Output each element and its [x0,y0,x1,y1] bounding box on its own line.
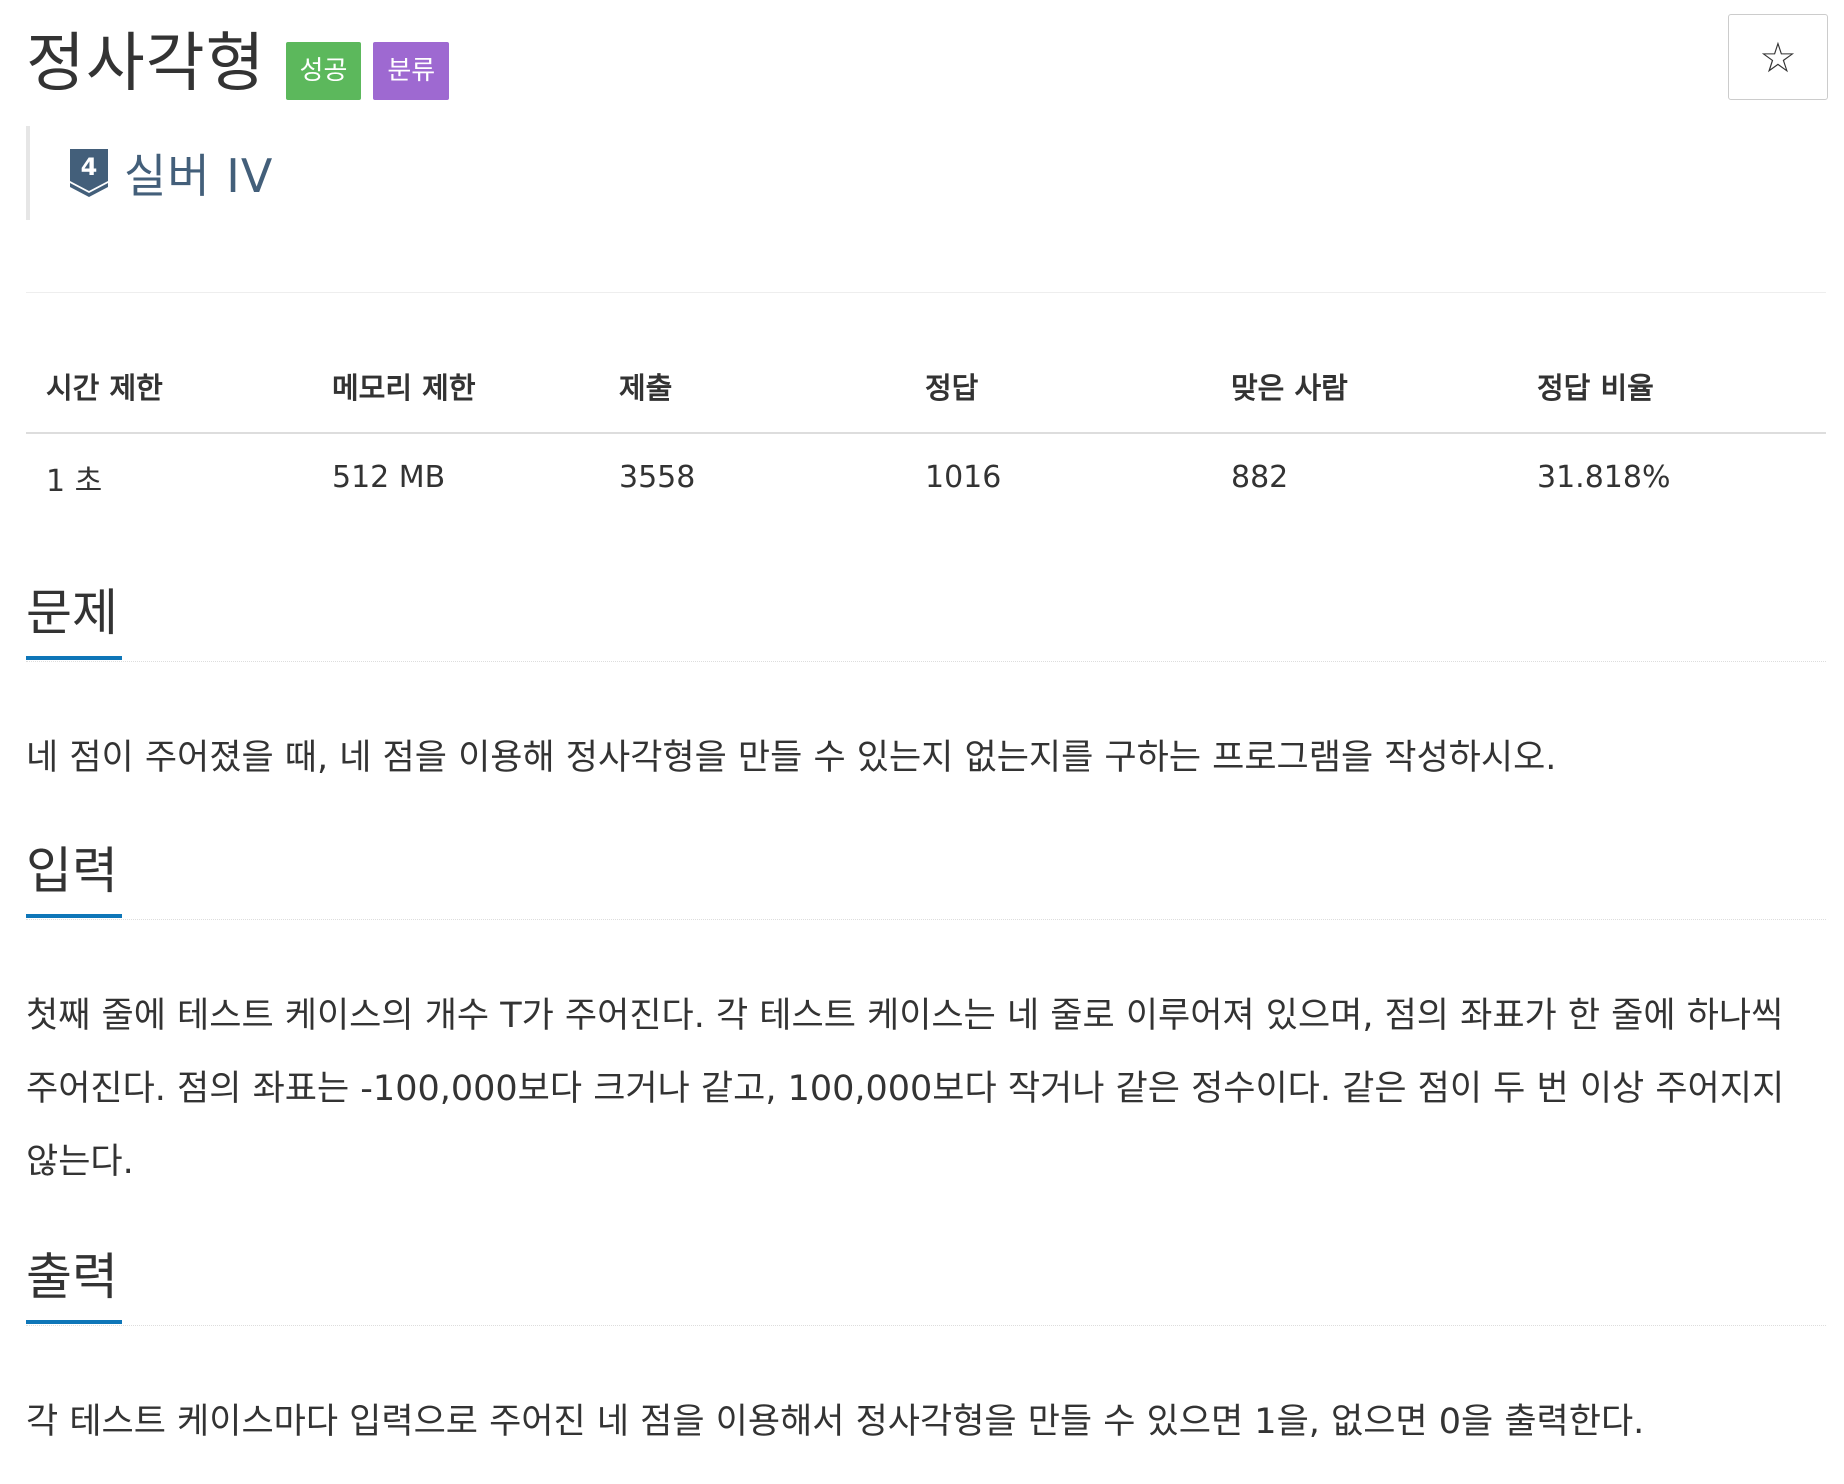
value-memory-limit: 512 MB [332,460,446,495]
category-badge[interactable]: 분류 [373,42,450,100]
section-head: 입력 [26,838,1826,920]
section-title-problem: 문제 [26,580,122,660]
section-title-input: 입력 [26,838,122,918]
input-section: 입력 첫째 줄에 테스트 케이스의 개수 T가 주어진다. 각 테스트 케이스는… [26,838,1826,1199]
tier-label[interactable]: 실버 IV [124,140,273,206]
favorite-star-button[interactable]: ☆ [1728,14,1828,100]
header-accepted: 정답 [905,340,1211,434]
value-accepted: 1016 [925,460,1002,495]
section-head: 출력 [26,1244,1826,1326]
success-badge[interactable]: 성공 [285,42,362,100]
section-head: 문제 [26,580,1826,662]
tier-number: 4 [81,153,98,181]
value-solved-users: 882 [1231,460,1289,495]
section-divider [26,661,1826,662]
output-description-text: 각 테스트 케이스마다 입력으로 주어진 네 점을 이용해서 정사각형을 만들 … [26,1402,1645,1442]
problem-info-table: 시간 제한 메모리 제한 제출 정답 맞은 사람 정답 비율 1 초 512 M… [26,340,1826,521]
header-accept-ratio: 정답 비율 [1517,340,1826,434]
value-submissions: 3558 [619,460,696,495]
header-solved-users: 맞은 사람 [1211,340,1517,434]
tier-block: 4 실버 IV [26,126,626,220]
divider [26,292,1826,293]
input-description-text: 첫째 줄에 테스트 케이스의 개수 T가 주어진다. 각 테스트 케이스는 네 … [26,996,1785,1182]
title-row: 정사각형 성공 분류 [26,14,450,104]
section-divider [26,919,1826,920]
table-row: 1 초 512 MB 3558 1016 882 31.818% [26,433,1826,521]
header-submissions: 제출 [599,340,905,434]
silver-tier-shield-icon: 4 [70,149,108,197]
section-title-output: 출력 [26,1244,122,1324]
header-memory-limit: 메모리 제한 [312,340,599,434]
value-accept-ratio: 31.818% [1537,460,1671,495]
header-time-limit: 시간 제한 [26,340,312,434]
problem-description-text: 네 점이 주어졌을 때, 네 점을 이용해 정사각형을 만들 수 있는지 없는지… [26,738,1557,778]
star-icon: ☆ [1759,32,1797,82]
table-header-row: 시간 제한 메모리 제한 제출 정답 맞은 사람 정답 비율 [26,340,1826,434]
problem-description-section: 문제 네 점이 주어졌을 때, 네 점을 이용해 정사각형을 만들 수 있는지 … [26,580,1826,795]
output-section: 출력 각 테스트 케이스마다 입력으로 주어진 네 점을 이용해서 정사각형을 … [26,1244,1826,1459]
problem-title: 정사각형 [26,27,266,101]
value-time-limit: 1 초 [46,463,103,499]
section-divider [26,1325,1826,1326]
